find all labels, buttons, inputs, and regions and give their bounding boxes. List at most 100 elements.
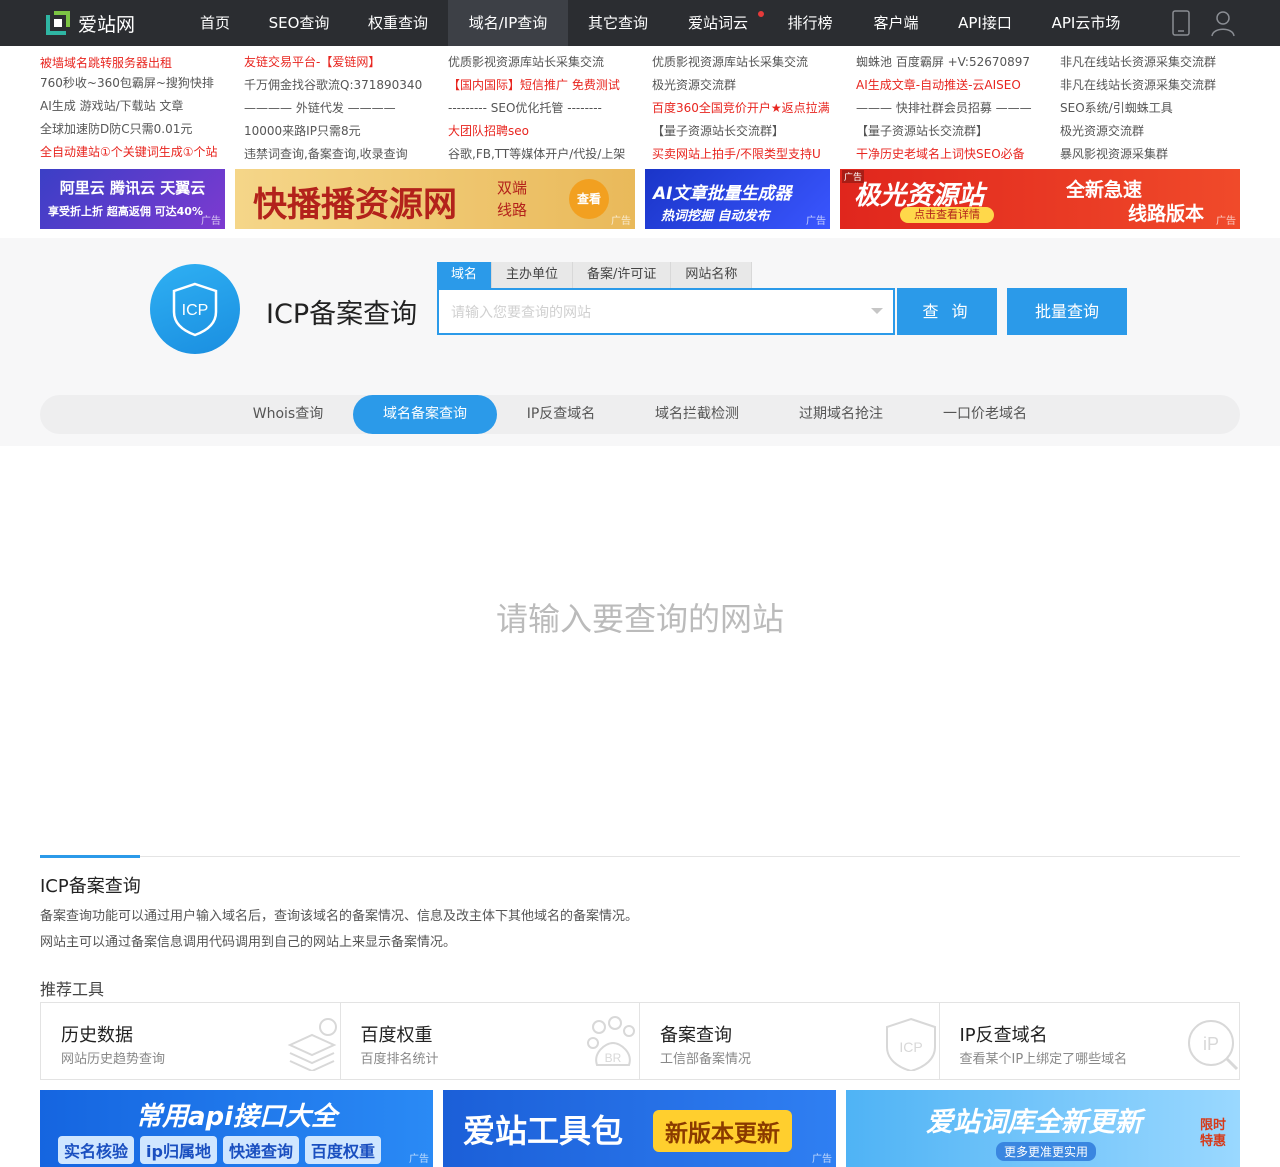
ad-link[interactable]: 蜘蛛池 百度霸屏 +V:52670897 xyxy=(856,52,1056,75)
banner-api-list[interactable]: 常用api接口大全 实名核验 ip归属地 快递查询 百度权重 广告 xyxy=(40,1090,433,1167)
banner-cloud[interactable]: 阿里云 腾讯云 天翼云 享受折上折 超高返佣 可达40% 广告 xyxy=(40,169,225,229)
tool-desc: 工信部备案情况 xyxy=(660,1052,752,1067)
ad-link[interactable]: 10000来路IP只需8元 xyxy=(244,121,444,144)
ad-link[interactable]: 极光资源交流群 xyxy=(1060,121,1260,144)
tab-domain[interactable]: 域名 xyxy=(437,262,493,288)
ad-link[interactable]: ——— 快排社群会员招募 ——— xyxy=(856,98,1056,121)
ad-link[interactable]: 暴风影视资源采集群 xyxy=(1060,144,1260,167)
banner-wordbank-sub: 更多更准更实用 xyxy=(996,1142,1097,1161)
subnav-fixed-price-domain[interactable]: 一口价老域名 xyxy=(924,395,1046,434)
nav-item-wordcloud-label: 爱站词云 xyxy=(687,14,748,32)
ad-link[interactable]: 违禁词查询,备案查询,收录查询 xyxy=(244,144,444,167)
ad-link[interactable]: 非凡在线站长资源采集交流群 xyxy=(1060,75,1260,98)
banner-ai-article[interactable]: AI文章批量生成器 热词挖掘 自动发布 广告 xyxy=(645,169,830,229)
nav-item-api-market[interactable]: API云市场 xyxy=(1030,0,1142,46)
ad-link[interactable]: 全自动建站①个关键词生成①个站 xyxy=(40,142,240,165)
ad-link[interactable]: 谷歌,FB,TT等媒体开户/代投/上架 xyxy=(448,144,648,167)
banner-api-tags: 实名核验 ip归属地 快递查询 百度权重 xyxy=(58,1136,381,1164)
ad-link[interactable]: 【国内国际】短信推广 免费测试 xyxy=(448,75,648,98)
ad-link[interactable]: 被墙域名跳转服务器出租 xyxy=(40,56,172,70)
tool-desc: 网站历史趋势查询 xyxy=(61,1052,166,1067)
section-divider xyxy=(40,856,1240,857)
ad-link[interactable]: 优质影视资源库站长采集交流 xyxy=(448,52,648,75)
subnav-whois[interactable]: Whois查询 xyxy=(232,395,344,434)
banner-wordbank[interactable]: 爱站词库全新更新 更多更准更实用 限时特惠 xyxy=(846,1090,1240,1167)
ad-link[interactable]: 千万佣金找谷歌流Q:371890340 xyxy=(244,75,444,98)
tab-organizer[interactable]: 主办单位 xyxy=(492,262,574,288)
banner-kuaibo[interactable]: 快播播资源网 双端 线路 查看 广告 xyxy=(235,169,635,229)
baidu-icon-text: BR xyxy=(605,1051,622,1065)
ad-link[interactable]: 大团队招聘seo xyxy=(448,121,648,144)
nav-item-domain-ip[interactable]: 域名/IP查询 xyxy=(448,0,568,46)
banner-toolkit[interactable]: 爱站工具包 新版本更新 广告 xyxy=(443,1090,836,1167)
info-title: ICP备案查询 xyxy=(40,876,141,897)
banner-jiguang[interactable]: 广告 极光资源站 点击查看详情 全新急速 线路版本 广告 xyxy=(840,169,1240,229)
search-box xyxy=(437,288,895,335)
tool-card-icp[interactable]: 备案查询 工信部备案情况 ICP xyxy=(640,1003,940,1079)
search-type-tabs: 域名 主办单位 备案/许可证 网站名称 xyxy=(437,262,753,288)
ad-link[interactable]: 友链交易平台-【爱链网】 xyxy=(244,52,444,75)
nav-item-ranking[interactable]: 排行榜 xyxy=(768,0,852,46)
baidu-paw-icon: BR xyxy=(587,1016,635,1066)
top-nav: 爱站网 首页 SEO查询 权重查询 域名/IP查询 其它查询 爱站词云 排行榜 … xyxy=(0,0,1280,46)
ad-link[interactable]: 极光资源交流群 xyxy=(652,75,852,98)
ad-link[interactable]: 760秒收~360包霸屏~搜狗快排 xyxy=(40,73,240,96)
ad-link[interactable]: 干净历史老域名上词快SEO必备 xyxy=(856,144,1056,167)
banner-kuaibo-btn: 查看 xyxy=(569,179,609,219)
bottom-banner-ads: 常用api接口大全 实名核验 ip归属地 快递查询 百度权重 广告 爱站工具包 … xyxy=(40,1090,1240,1167)
nav-item-home[interactable]: 首页 xyxy=(180,0,250,46)
banner-wordbank-title: 爱站词库全新更新 xyxy=(926,1107,1142,1138)
tool-card-ip-reverse[interactable]: IP反查域名 查看某个IP上绑定了哪些域名 iP xyxy=(940,1003,1240,1079)
banner-ai-title: AI文章批量生成器 xyxy=(653,184,792,204)
tab-site-name[interactable]: 网站名称 xyxy=(671,262,753,288)
ad-link[interactable]: 买卖网站上拍手/不限类型支持U xyxy=(652,144,852,167)
banner-api-tag: 百度权重 xyxy=(304,1136,381,1164)
nav-item-api[interactable]: API接口 xyxy=(940,0,1030,46)
info-desc-1: 备案查询功能可以通过用户输入域名后，查询该域名的备案情况、信息及改主体下其他域名… xyxy=(40,909,639,924)
tool-name: IP反查域名 xyxy=(959,1025,1048,1046)
ad-link[interactable]: 全球加速防D防C只需0.01元 xyxy=(40,119,240,142)
ad-link[interactable]: 百度360全国竞价开户★返点拉满 xyxy=(652,98,852,121)
history-stack-icon xyxy=(287,1018,337,1071)
ad-tag: 广告 xyxy=(611,216,631,227)
nav-item-other[interactable]: 其它查询 xyxy=(568,0,668,46)
recommended-tools: 历史数据 网站历史趋势查询 百度权重 百度排名统计 BR 备案查询 工信部备案情… xyxy=(40,1002,1240,1080)
ad-link[interactable]: AI生成 游戏站/下载站 文章 xyxy=(40,96,240,119)
site-logo[interactable]: 爱站网 xyxy=(44,9,135,37)
empty-result-message: 请输入要查询的网站 xyxy=(495,600,784,638)
ad-link[interactable]: SEO系统/引蜘蛛工具 xyxy=(1060,98,1260,121)
subnav-ip-reverse[interactable]: IP反查域名 xyxy=(506,395,616,434)
nav-item-wordcloud[interactable]: 爱站词云 xyxy=(668,0,768,46)
ad-link[interactable]: 优质影视资源库站长采集交流 xyxy=(652,52,852,75)
tool-card-baidu-weight[interactable]: 百度权重 百度排名统计 BR xyxy=(341,1003,640,1079)
ad-column: 被墙域名跳转服务器出租 760秒收~360包霸屏~搜狗快排 AI生成 游戏站/下… xyxy=(40,52,240,165)
ad-link[interactable]: ———— 外链代发 ———— xyxy=(244,98,444,121)
tool-card-history[interactable]: 历史数据 网站历史趋势查询 xyxy=(41,1003,341,1079)
nav-item-seo[interactable]: SEO查询 xyxy=(250,0,348,46)
icp-icon-text: ICP xyxy=(899,1039,922,1055)
ad-link[interactable]: 非凡在线站长资源采集交流群 xyxy=(1060,52,1260,75)
tool-name: 百度权重 xyxy=(360,1025,433,1046)
subnav-expired-domain[interactable]: 过期域名抢注 xyxy=(780,395,902,434)
nav-item-weight[interactable]: 权重查询 xyxy=(348,0,448,46)
banner-jiguang-side2: 线路版本 xyxy=(1128,203,1205,225)
ad-link[interactable]: AI生成文章-自动推送-云AISEO xyxy=(856,75,1056,98)
tab-license[interactable]: 备案/许可证 xyxy=(573,262,672,288)
ad-column: 蜘蛛池 百度霸屏 +V:52670897 AI生成文章-自动推送-云AISEO … xyxy=(856,52,1056,167)
banner-cloud-title: 阿里云 腾讯云 天翼云 xyxy=(59,179,206,197)
user-icon[interactable] xyxy=(1210,9,1236,37)
ad-tag: 广告 xyxy=(409,1154,429,1165)
nav-item-client[interactable]: 客户端 xyxy=(852,0,940,46)
subnav-domain-icp[interactable]: 域名备案查询 xyxy=(353,395,497,434)
ad-link[interactable]: 【量子资源站长交流群】 xyxy=(652,121,852,144)
dropdown-arrow-icon[interactable] xyxy=(871,308,883,314)
batch-query-button[interactable]: 批量查询 xyxy=(1007,288,1127,335)
ad-link[interactable]: 【量子资源站长交流群】 xyxy=(856,121,1056,144)
mobile-icon[interactable] xyxy=(1170,9,1192,37)
query-button[interactable]: 查 询 xyxy=(897,288,997,335)
subnav-domain-block[interactable]: 域名拦截检测 xyxy=(636,395,758,434)
banner-kuaibo-title: 快播播资源网 xyxy=(253,187,457,224)
search-input[interactable] xyxy=(439,290,859,333)
icp-logo-text: ICP xyxy=(182,302,209,319)
ad-link[interactable]: --------- SEO优化托管 -------- xyxy=(448,98,648,121)
